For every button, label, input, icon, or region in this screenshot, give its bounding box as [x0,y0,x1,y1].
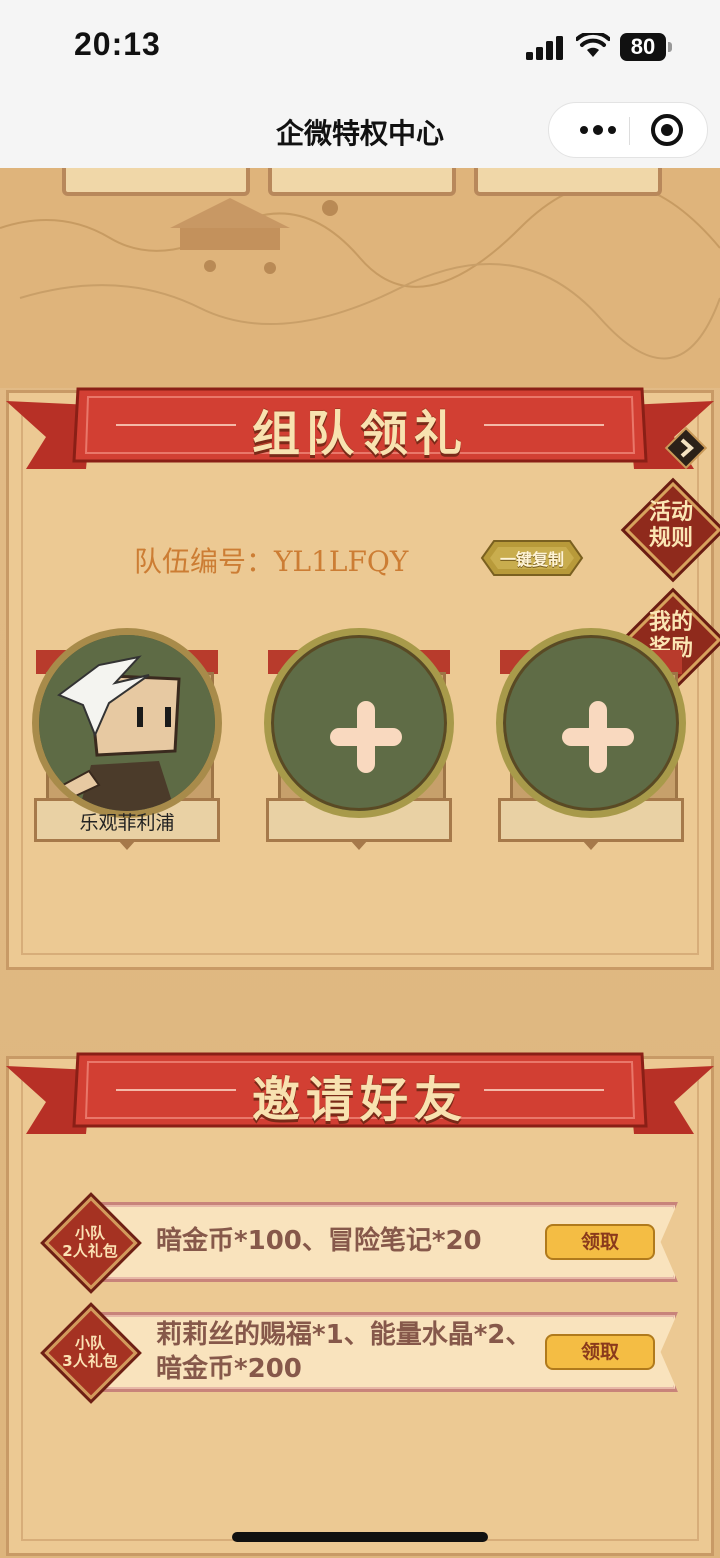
claim-button[interactable]: 领取 [545,1334,655,1370]
wifi-icon [576,33,610,57]
add-member-button[interactable] [264,628,454,818]
avatar[interactable] [32,628,222,818]
rules-label: 活动 规则 [648,500,693,551]
status-bar: 20:13 80 [0,0,720,96]
nav-bar: 企微特权中心 [0,96,720,168]
home-indicator [232,1532,488,1542]
reward-tag-label: 小队 2人礼包 [62,1224,118,1260]
capsule-divider [629,117,630,145]
top-tab-1 [62,168,250,196]
rules-button[interactable]: 活动 规则 [624,481,720,579]
top-tab-2 [268,168,456,196]
signal-icon [526,36,563,60]
battery-tip [668,42,672,52]
reward-desc: 暗金币*100、冒险笔记*20 [156,1226,482,1256]
battery-icon: 80 [620,33,666,61]
member-name: 乐观菲利浦 [79,812,175,834]
member-slot-3 [496,622,686,852]
avatar-character [39,635,215,811]
plus-icon [562,701,634,773]
copy-button[interactable]: 一键复制 [480,538,584,578]
map-decoration [0,168,720,388]
reward-tag: 小队 2人礼包 [44,1196,138,1290]
reward-row-2: 小队 3人礼包 莉莉丝的赐福*1、能量水晶*2、 暗金币*200 领取 [44,1306,678,1400]
status-time: 20:13 [74,26,161,62]
more-icon[interactable] [569,103,627,157]
member-slot-2 [264,622,454,852]
close-icon[interactable] [651,114,683,146]
invite-title: 邀请好友 [251,1072,468,1128]
copy-label: 一键复制 [499,550,564,569]
reward-tag-label: 小队 3人礼包 [62,1334,118,1370]
chevron-right-icon[interactable] [664,426,708,470]
member-slot-1: 乐观菲利浦 [32,622,222,852]
team-number: 队伍编号：YL1LFQY [134,545,409,578]
claim-button[interactable]: 领取 [545,1224,655,1260]
reward-tag: 小队 3人礼包 [44,1306,138,1400]
reward-desc: 莉莉丝的赐福*1、能量水晶*2、 暗金币*200 [156,1320,532,1384]
plus-icon [330,701,402,773]
team-title: 组队领礼 [251,406,468,462]
add-member-button[interactable] [496,628,686,818]
top-tab-3 [474,168,662,196]
menu-capsule [548,102,708,158]
content-area: 组队领礼 活动 规则 我的 奖励 队伍编号：YL1LFQY 一键复制 乐观菲利浦… [0,168,720,1558]
reward-row-1: 小队 2人礼包 暗金币*100、冒险笔记*20 领取 [44,1196,678,1290]
